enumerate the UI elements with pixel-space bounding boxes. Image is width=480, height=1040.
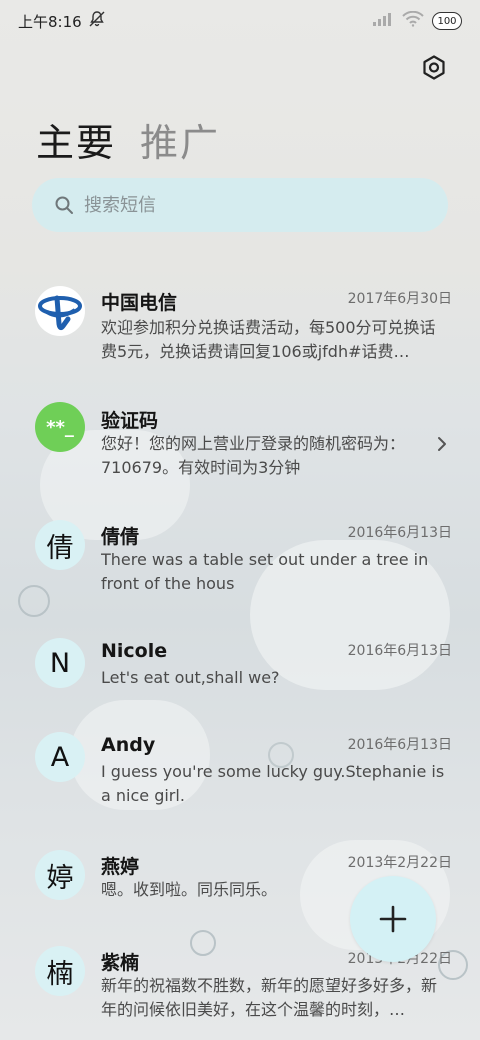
avatar: 婷 <box>35 850 85 900</box>
plus-icon <box>379 905 407 933</box>
avatar: A <box>35 732 85 782</box>
message-date: 2013年2月22日 <box>347 855 452 871</box>
sender-name: 验证码 <box>101 410 159 432</box>
sender-name: Nicole <box>101 640 168 662</box>
wifi-icon <box>402 10 424 31</box>
message-date: 2016年6月13日 <box>347 525 452 541</box>
settings-button[interactable] <box>418 52 450 84</box>
sender-name: 燕婷 <box>101 856 140 878</box>
sender-name: Andy <box>101 734 156 756</box>
status-bar: 上午8:16 100 <box>0 0 480 42</box>
gear-icon <box>423 55 445 80</box>
avatar: 楠 <box>35 946 85 996</box>
avatar: 倩 <box>35 520 85 570</box>
message-date: 2016年6月13日 <box>347 737 452 753</box>
battery-indicator: 100 <box>432 12 462 30</box>
message-preview: 欢迎参加积分兑换话费活动，每500分可兑换话费5元，兑换话费请回复106或jfd… <box>101 318 436 361</box>
chevron-right-icon <box>432 434 452 454</box>
list-item[interactable]: A Andy 2016年6月13日 I guess you're some lu… <box>0 728 480 818</box>
list-item[interactable]: 中国电信 2017年6月30日 欢迎参加积分兑换话费活动，每500分可兑换话费5… <box>0 282 480 382</box>
search-icon <box>55 196 73 214</box>
compose-button[interactable] <box>350 876 436 962</box>
message-preview: There was a table set out under a tree i… <box>101 550 429 593</box>
status-time: 上午8:16 <box>18 12 82 31</box>
search-bar[interactable] <box>32 178 448 232</box>
sender-name: 倩倩 <box>101 526 140 548</box>
mute-icon <box>88 10 106 32</box>
avatar: N <box>35 638 85 688</box>
sender-name: 紫楠 <box>101 952 140 974</box>
message-preview: 新年的祝福数不胜数，新年的愿望好多好多，新年的问候依旧美好，在这个温馨的时刻，… <box>101 976 438 1019</box>
list-item[interactable]: N Nicole 2016年6月13日 Let's eat out,shall … <box>0 634 480 704</box>
avatar <box>35 286 85 336</box>
search-input[interactable] <box>84 194 384 216</box>
list-item[interactable]: **_ 验证码 您好！您的网上营业厅登录的随机密码为：710679。有效时间为3… <box>0 398 480 488</box>
china-telecom-logo <box>36 287 84 335</box>
message-preview: I guess you're some lucky guy.Stephanie … <box>101 762 445 805</box>
avatar: **_ <box>35 402 85 452</box>
list-item[interactable]: 倩 倩倩 2016年6月13日 There was a table set ou… <box>0 516 480 606</box>
message-preview: Let's eat out,shall we? <box>101 668 280 687</box>
tab-promotions[interactable]: 推广 <box>140 112 220 167</box>
signal-icon <box>372 11 394 31</box>
tab-bar: 主要 推广 <box>36 112 220 167</box>
message-preview: 您好！您的网上营业厅登录的随机密码为：710679。有效时间为3分钟 <box>101 434 406 477</box>
message-date: 2016年6月13日 <box>347 643 452 659</box>
tab-primary[interactable]: 主要 <box>36 112 116 167</box>
message-date: 2017年6月30日 <box>347 291 452 307</box>
sender-name: 中国电信 <box>101 292 178 314</box>
